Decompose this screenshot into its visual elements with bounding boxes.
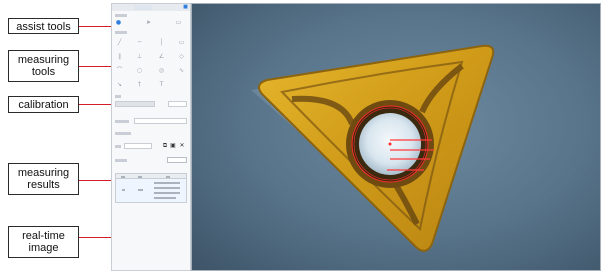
real-time-image-label-line1: real-time (22, 230, 65, 242)
real-time-image-view[interactable] (191, 3, 601, 271)
curve-tool-icon[interactable]: ∿ (178, 67, 185, 74)
measuring-tools-label-line2: tools (31, 66, 56, 78)
calibration-label: calibration (18, 99, 69, 111)
panel-close-icon[interactable]: ■ (182, 4, 189, 11)
setting-label-3 (115, 145, 121, 148)
panel-tab-1[interactable] (114, 5, 126, 10)
setting-input-1[interactable] (134, 118, 187, 124)
results-cell-3b (154, 187, 180, 189)
results-export-button[interactable] (167, 157, 187, 163)
panel-tab-3[interactable] (164, 5, 176, 10)
results-cell-1 (122, 189, 125, 191)
cross-tool-icon[interactable]: † (136, 81, 143, 88)
copy-icon[interactable]: ⧉ (162, 143, 168, 149)
results-section-title (115, 159, 127, 162)
calibration-section-title (115, 95, 121, 98)
export-icon[interactable]: ✕ (179, 143, 185, 149)
calibration-unit-select[interactable] (168, 101, 187, 107)
measuring-tools-callout: measuring tools (8, 50, 79, 82)
results-col-1 (121, 176, 125, 178)
circle-center-tool-icon[interactable]: ◇ (178, 53, 185, 60)
measuring-results-leader (79, 180, 113, 181)
save-icon[interactable]: ▣ (170, 143, 176, 149)
assist-select-icon[interactable]: ● (115, 19, 122, 26)
concentric-tool-icon[interactable]: ◎ (158, 67, 165, 74)
setting-label-2 (115, 132, 131, 135)
setting-input-2[interactable] (124, 143, 152, 149)
perpendicular-tool-icon[interactable]: ⊥ (136, 53, 143, 60)
assist-tools-leader (79, 26, 113, 27)
measuring-tools-label-line1: measuring (17, 54, 70, 66)
measuring-tools-section-title (115, 31, 127, 34)
results-table-row[interactable] (115, 179, 187, 203)
setting-label-1 (115, 120, 129, 123)
circle-tool-icon[interactable]: ○ (136, 67, 143, 74)
vertical-line-tool-icon[interactable]: │ (158, 39, 165, 46)
calibration-select[interactable] (115, 101, 155, 107)
horizontal-line-tool-icon[interactable]: ─ (136, 39, 143, 46)
results-cell-2 (138, 189, 143, 191)
measuring-results-label-line1: measuring (17, 167, 70, 179)
results-cell-3d (154, 197, 176, 199)
measurement-side-panel: ■ ● ➤ ▭ ╱ ─ │ ▭ ∥ ⊥ ∠ ◇ ⌒ ○ ◎ ∿ ↘ † T ⧉ … (111, 3, 191, 271)
measuring-results-label-line2: results (27, 179, 60, 191)
assist-pointer-icon[interactable]: ➤ (145, 19, 152, 26)
rectangle-tool-icon[interactable]: ▭ (178, 39, 185, 46)
text-tool-icon[interactable]: T (158, 81, 165, 88)
angle-tool-icon[interactable]: ∠ (158, 53, 165, 60)
assist-tools-callout: assist tools (8, 18, 79, 34)
calibration-leader (79, 104, 113, 105)
panel-tab-2[interactable] (134, 5, 152, 10)
assist-tool-icon[interactable]: ▭ (175, 19, 182, 26)
parallel-tool-icon[interactable]: ∥ (116, 53, 123, 60)
calibration-callout: calibration (8, 96, 79, 113)
results-cell-3c (154, 192, 180, 194)
assist-tools-section-title (115, 14, 127, 17)
assist-tools-label: assist tools (16, 21, 71, 33)
arc-tool-icon[interactable]: ⌒ (116, 67, 123, 74)
real-time-image-callout: real-time image (8, 226, 79, 258)
line-tool-icon[interactable]: ╱ (116, 39, 123, 46)
point-line-tool-icon[interactable]: ↘ (116, 81, 123, 88)
measuring-tools-leader (79, 66, 113, 67)
measurement-center-point (388, 142, 392, 146)
measuring-results-callout: measuring results (8, 163, 79, 195)
results-col-2 (138, 176, 142, 178)
results-col-3 (166, 176, 170, 178)
panel-tab-bar: ■ (112, 4, 190, 11)
real-time-image-label-line2: image (28, 242, 59, 254)
results-cell-3a (154, 182, 180, 184)
microscope-image (192, 4, 600, 270)
